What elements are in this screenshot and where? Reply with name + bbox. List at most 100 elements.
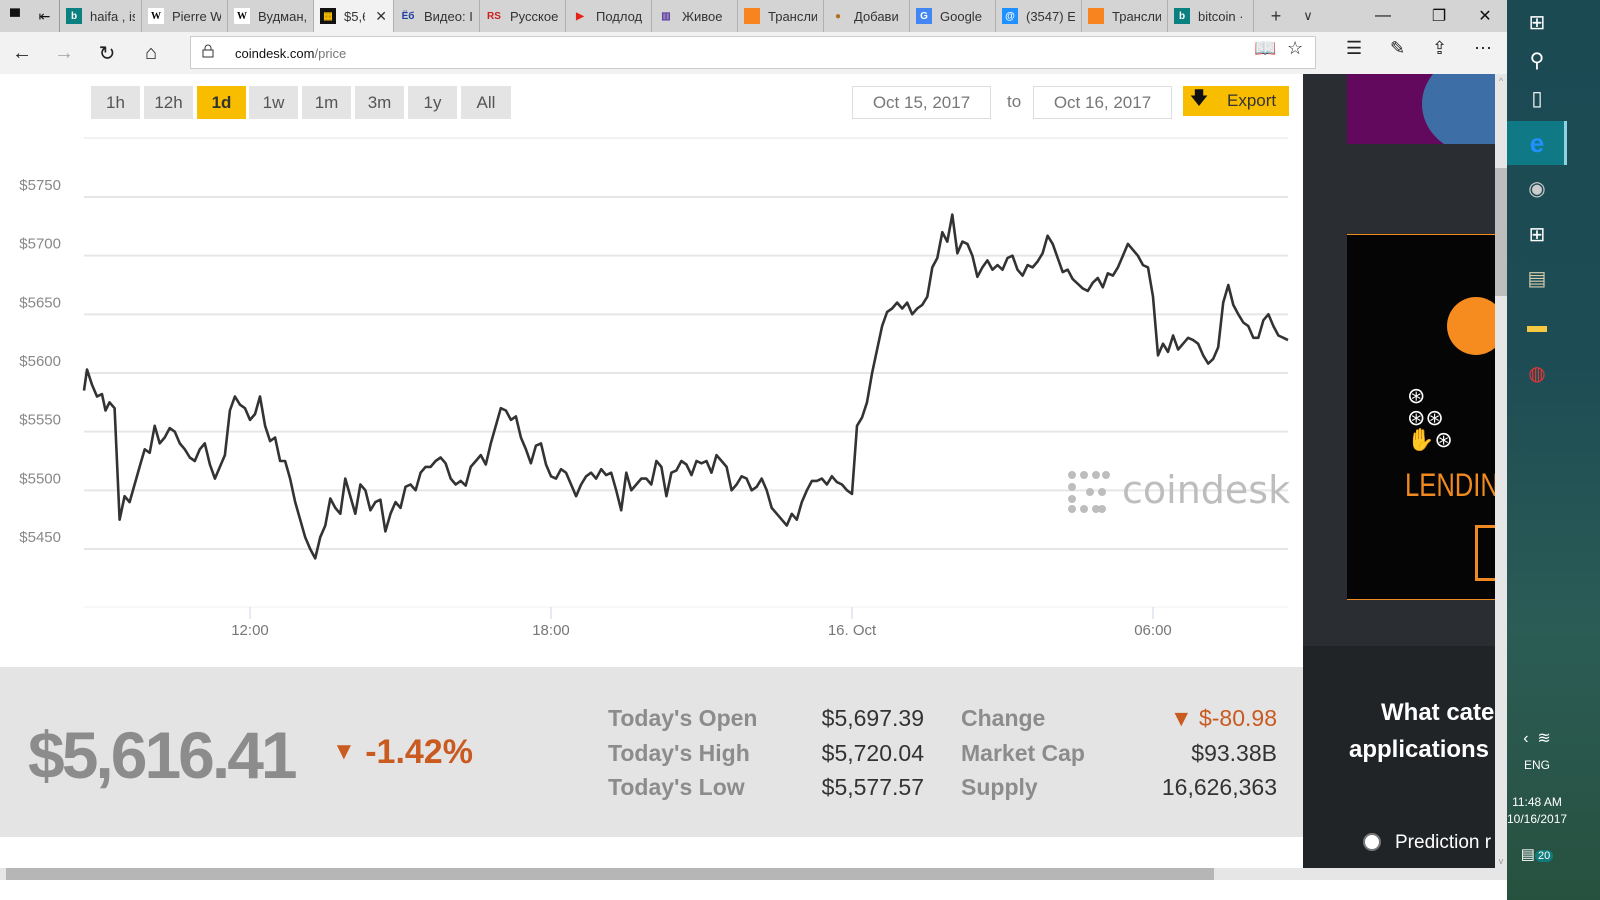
clock-date[interactable]: 10/16/2017: [1507, 812, 1567, 826]
coindesk-icon: ▦: [320, 8, 336, 24]
watermark-dot: [1086, 488, 1094, 496]
browser-tab[interactable]: b haifa , is: [60, 0, 142, 32]
browser-tab[interactable]: @ (3547) E: [996, 0, 1082, 32]
vertical-scrollbar[interactable]: ^ v: [1495, 74, 1507, 868]
horizontal-scroll-thumb[interactable]: [6, 868, 1214, 880]
price-line: [82, 213, 1289, 560]
restore-button[interactable]: ❐: [1416, 0, 1462, 32]
stat-label: Today's Open: [608, 705, 758, 731]
yeb-icon: Ёб: [401, 10, 415, 22]
browser-tab[interactable]: Трансли: [738, 0, 824, 32]
clock-time[interactable]: 11:48 AM: [1507, 795, 1567, 809]
home-button[interactable]: ⌂: [135, 38, 167, 68]
ad-banner-text: LENDIN: [1405, 467, 1495, 503]
orange-square-icon: [744, 8, 760, 24]
watermark-dot: [1080, 471, 1088, 479]
favorite-star-icon[interactable]: ☆: [1287, 38, 1303, 59]
coindesk-watermark: [1068, 471, 1110, 513]
stat-label: Market Cap: [961, 740, 1085, 766]
stat-value: $5,697.39: [821, 705, 924, 731]
set-aside-tabs-button[interactable]: ⇤: [30, 0, 60, 32]
browser-tab[interactable]: b bitcoin ·: [1168, 0, 1254, 32]
browser-tab[interactable]: G Google: [910, 0, 996, 32]
chrome-icon: ◍: [1528, 362, 1546, 385]
task-view-icon: ▯: [1531, 87, 1543, 110]
back-button[interactable]: ←: [6, 38, 38, 68]
favorites-hub-icon[interactable]: ☰: [1346, 38, 1362, 59]
browser-tab[interactable]: W Pierre W: [142, 0, 228, 32]
task-view-button[interactable]: ▯: [1507, 76, 1567, 120]
y-tick-label: $5600: [19, 353, 61, 370]
ad-banner-lending[interactable]: ⊛ ⊛⊛ ✋⊛ LENDIN: [1347, 234, 1495, 600]
web-note-icon[interactable]: ✎: [1390, 38, 1405, 59]
youtube-icon: ▶: [576, 10, 584, 22]
rs-icon: RS: [487, 10, 501, 22]
language-indicator[interactable]: ENG: [1507, 758, 1567, 772]
x-tick-label: 06:00: [1134, 622, 1172, 639]
tab-title: Подлод: [596, 8, 643, 24]
tab-title: Вудман,: [258, 8, 307, 24]
coins-hand-icon: ⊛ ⊛⊛ ✋⊛: [1407, 383, 1453, 452]
browser-tab[interactable]: ▶ Подлод: [566, 0, 652, 32]
tab-title: bitcoin ·: [1198, 8, 1244, 24]
close-tab-icon[interactable]: ✕: [375, 8, 387, 25]
browser-tab[interactable]: RS Русское: [480, 0, 566, 32]
speaker-icon: ◉: [1528, 177, 1546, 200]
notification-icon: ▤: [1520, 846, 1535, 863]
browser-tab[interactable]: Ёб Видео: I: [394, 0, 480, 32]
poll-question: What cate applications: [1349, 694, 1494, 768]
poll-option-radio[interactable]: [1363, 833, 1381, 851]
back-arrow-icon: ←: [12, 41, 32, 64]
scroll-down-icon[interactable]: v: [1495, 856, 1507, 866]
forward-button[interactable]: →: [48, 38, 80, 68]
more-options-icon[interactable]: ⋯: [1474, 38, 1492, 59]
tab-title: $5,6: [344, 8, 365, 24]
vertical-scroll-thumb[interactable]: [1495, 168, 1507, 296]
address-bar[interactable]: coindesk.com/price: [190, 36, 1316, 69]
scroll-up-icon[interactable]: ^: [1495, 76, 1507, 86]
tab-preview-button[interactable]: ▀: [0, 0, 30, 32]
y-tick-label: $5750: [19, 177, 61, 194]
taskbar-store[interactable]: ⊞: [1507, 212, 1567, 256]
horizontal-scrollbar[interactable]: [0, 868, 1507, 880]
watermark-dot: [1068, 495, 1076, 503]
y-tick-label: $5650: [19, 294, 61, 311]
calendar-app-icon: ▤: [1527, 267, 1547, 290]
browser-tab[interactable]: ● Добави: [824, 0, 910, 32]
tab-title: Живое: [682, 8, 723, 24]
tab-list-chevron-icon[interactable]: ∨: [1292, 8, 1324, 24]
action-center-button[interactable]: ▤ 20: [1507, 845, 1567, 863]
tray-expand-chevron-icon[interactable]: ‹ ≋: [1507, 728, 1567, 748]
browser-tab[interactable]: Трансли: [1082, 0, 1168, 32]
ad-banner-top[interactable]: [1347, 74, 1495, 144]
y-tick-label: $5700: [19, 236, 61, 253]
ad-cta-box: [1475, 525, 1495, 581]
tv-icon: ▥: [661, 10, 671, 22]
taskbar-calendar-app[interactable]: ▤: [1507, 256, 1567, 300]
ad-orange-circle: [1447, 297, 1495, 355]
poll-option-label[interactable]: Prediction r: [1395, 832, 1491, 854]
stat-label: Supply: [961, 774, 1038, 800]
edge-icon: e: [1529, 127, 1545, 158]
reading-view-icon[interactable]: 📖: [1254, 38, 1276, 59]
tab-title: haifa , is: [90, 8, 135, 24]
taskbar-edge[interactable]: e: [1507, 121, 1567, 165]
wifi-icon[interactable]: ≋: [1537, 730, 1550, 747]
new-tab-button[interactable]: +: [1260, 6, 1292, 27]
current-price: $5,616.41: [28, 718, 298, 792]
sidebar-ads: ⊛ ⊛⊛ ✋⊛ LENDIN What cate applications Predi…: [1303, 74, 1495, 868]
y-tick-label: $5500: [19, 470, 61, 487]
browser-tab[interactable]: W Вудман,: [228, 0, 314, 32]
browser-tab[interactable]: ▦ $5,6 ✕: [314, 0, 394, 32]
taskbar-speaker-app[interactable]: ◉: [1507, 166, 1567, 210]
price-chart[interactable]: $5450 $5500 $5550 $5600 $5650 $5700 $5750 12:00…: [0, 74, 1303, 667]
browser-tab[interactable]: ▥ Живое: [652, 0, 738, 32]
share-icon[interactable]: ⇪: [1432, 38, 1447, 59]
taskbar-file-explorer[interactable]: ▬: [1507, 304, 1567, 348]
watermark-dot: [1068, 505, 1076, 513]
taskbar-chrome[interactable]: ◍: [1507, 351, 1567, 395]
close-window-button[interactable]: ✕: [1462, 0, 1508, 32]
watermark-dot: [1068, 483, 1076, 491]
refresh-button[interactable]: ↻: [91, 38, 123, 68]
minimize-button[interactable]: —: [1360, 0, 1406, 32]
